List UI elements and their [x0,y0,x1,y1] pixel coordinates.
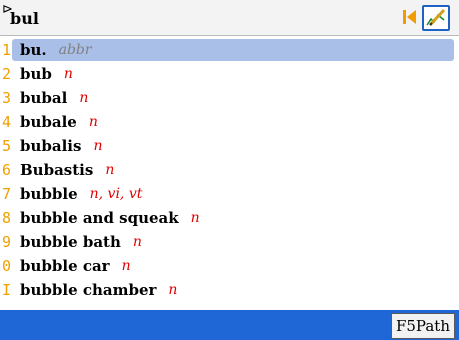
list-item[interactable]: Ibubble chamber n [0,278,459,302]
item-index: 4 [2,113,12,131]
item-index: I [2,281,12,299]
item-index: 5 [2,137,12,155]
item-headword: bubble [20,185,78,203]
list-item[interactable]: 8 bubble and squeak n [0,206,459,230]
list-item[interactable]: 3 bubal n [0,86,459,110]
list-item[interactable]: 2 bub n [0,62,459,86]
item-part-of-speech: n [63,66,73,82]
word-list: 1 bu. abbr 2 bub n 3 bubal n 4 bubale n 5 bubalis n 6 Bu… [0,38,459,306]
item-headword: bu. [20,41,47,59]
list-item[interactable]: 9 bubble bath n [0,230,459,254]
item-part-of-speech: n, vi, vt [89,186,143,202]
item-index: 7 [2,185,12,203]
f5-path-button[interactable]: F5Path [390,313,455,339]
edit-button[interactable] [422,5,450,31]
item-index: 9 [2,233,12,251]
item-part-of-speech: n [88,114,98,130]
item-part-of-speech: n [132,234,142,250]
item-index: 1 [2,41,12,59]
item-part-of-speech: n [190,210,200,226]
list-item-selected[interactable]: 1 bu. abbr [0,38,459,62]
list-item[interactable]: 0 bubble car n [0,254,459,278]
item-index: 8 [2,209,12,227]
list-item[interactable]: 4 bubale n [0,110,459,134]
item-part-of-speech: n [93,138,103,154]
item-headword: bubble chamber [20,281,157,299]
item-index: 3 [2,89,12,107]
list-item[interactable]: 6 Bubastis n [0,158,459,182]
pen-edit-icon [425,8,447,28]
item-part-of-speech: n [105,162,115,178]
list-item[interactable]: 7 bubble n, vi, vt [0,182,459,206]
item-headword: bubble bath [20,233,121,251]
list-item[interactable]: 5 bubalis n [0,134,459,158]
item-headword: bubble car [20,257,110,275]
item-headword: bubble and squeak [20,209,179,227]
item-headword: bubale [20,113,77,131]
item-part-of-speech: n [79,90,89,106]
item-index: 6 [2,161,12,179]
status-bar: F5Path [0,310,459,340]
item-headword: Bubastis [20,161,94,179]
item-index: 2 [2,65,12,83]
skip-to-start-button[interactable] [400,7,420,27]
item-part-of-speech: n [168,282,178,298]
item-part-of-speech: abbr [58,42,92,58]
item-headword: bubalis [20,137,82,155]
item-part-of-speech: n [121,258,131,274]
item-headword: bubal [20,89,68,107]
item-headword: bub [20,65,52,83]
search-input[interactable] [10,6,400,30]
skip-to-start-icon [403,10,416,24]
search-bar: ⊳ [0,0,459,36]
item-index: 0 [2,257,12,275]
